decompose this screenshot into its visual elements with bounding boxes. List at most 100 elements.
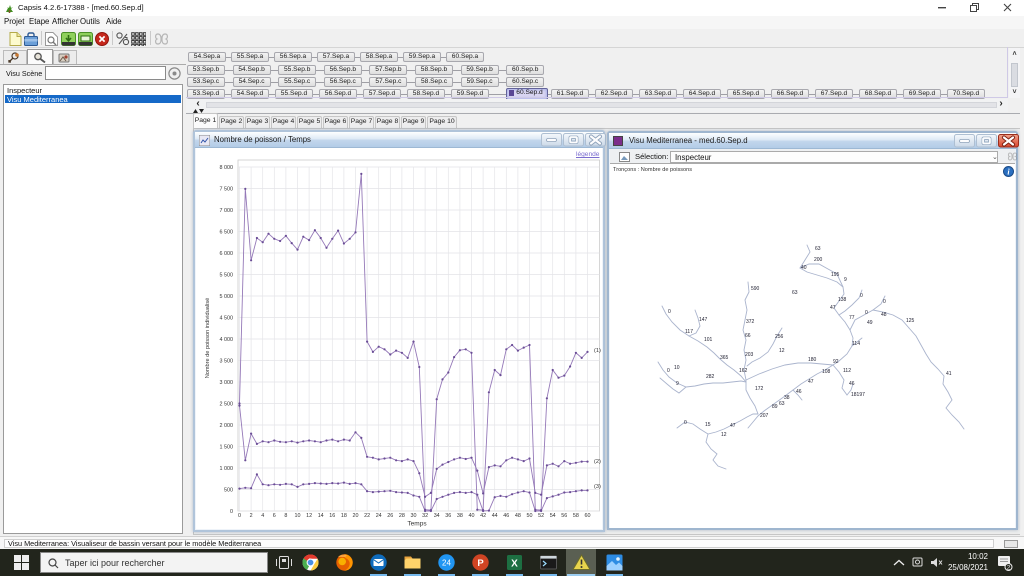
svg-text:9: 9 (676, 381, 679, 387)
svg-text:48: 48 (515, 513, 521, 519)
svg-text:9: 9 (844, 277, 847, 283)
svg-text:0: 0 (668, 309, 671, 315)
svg-text:4: 4 (261, 513, 264, 519)
svg-text:282: 282 (706, 374, 715, 380)
svg-text:38: 38 (784, 395, 790, 401)
svg-text:0: 0 (860, 293, 863, 299)
svg-text:58: 58 (573, 513, 579, 519)
svg-text:63: 63 (779, 401, 785, 407)
svg-text:207: 207 (760, 413, 769, 419)
svg-text:4 000: 4 000 (220, 337, 234, 343)
svg-text:15: 15 (705, 422, 711, 428)
svg-text:203: 203 (745, 352, 754, 358)
svg-text:0: 0 (883, 299, 886, 305)
svg-text:117: 117 (685, 329, 693, 335)
svg-text:26: 26 (387, 513, 393, 519)
svg-text:372: 372 (746, 319, 755, 325)
svg-text:18: 18 (341, 513, 347, 519)
svg-text:180: 180 (808, 357, 817, 363)
svg-text:60: 60 (585, 513, 591, 519)
svg-text:36: 36 (445, 513, 451, 519)
svg-text:47: 47 (830, 305, 836, 311)
svg-text:52: 52 (538, 513, 544, 519)
svg-text:8 000: 8 000 (220, 165, 234, 171)
svg-text:0: 0 (238, 513, 241, 519)
svg-text:125: 125 (906, 318, 915, 324)
svg-text:(2): (2) (594, 459, 601, 465)
svg-text:47: 47 (730, 423, 736, 429)
svg-text:112: 112 (843, 368, 851, 374)
svg-text:14: 14 (318, 513, 324, 519)
svg-text:2: 2 (250, 513, 253, 519)
svg-text:56: 56 (561, 513, 567, 519)
svg-text:77: 77 (849, 315, 855, 321)
svg-text:8: 8 (284, 513, 287, 519)
svg-text:6: 6 (273, 513, 276, 519)
svg-text:41: 41 (946, 371, 952, 377)
svg-text:P: P (477, 558, 484, 569)
svg-text:24: 24 (442, 559, 451, 568)
svg-text:12: 12 (721, 432, 727, 438)
svg-text:108: 108 (822, 369, 831, 375)
svg-text:0: 0 (230, 509, 233, 515)
svg-text:20: 20 (353, 513, 359, 519)
svg-text:16: 16 (329, 513, 335, 519)
svg-text:0: 0 (684, 420, 687, 426)
svg-text:50: 50 (527, 513, 533, 519)
svg-text:42: 42 (480, 513, 486, 519)
svg-text:1 000: 1 000 (220, 466, 234, 472)
svg-text:3 000: 3 000 (220, 380, 234, 386)
svg-text:3 500: 3 500 (220, 359, 234, 365)
svg-text:365: 365 (720, 355, 729, 361)
svg-text:0: 0 (865, 310, 868, 316)
svg-text:(3): (3) (594, 484, 601, 490)
svg-text:54: 54 (550, 513, 556, 519)
svg-text:89: 89 (772, 404, 778, 410)
svg-text:1 500: 1 500 (220, 445, 234, 451)
svg-text:101: 101 (704, 337, 713, 343)
svg-text:172: 172 (755, 386, 764, 392)
svg-text:10: 10 (295, 513, 301, 519)
svg-text:5 000: 5 000 (220, 294, 234, 300)
svg-text:4 500: 4 500 (220, 316, 234, 322)
svg-text:7 500: 7 500 (220, 187, 234, 193)
svg-text:147: 147 (699, 317, 708, 323)
svg-text:200: 200 (814, 257, 823, 263)
svg-text:18197: 18197 (851, 392, 865, 398)
svg-text:46: 46 (503, 513, 509, 519)
svg-text:63: 63 (815, 246, 821, 252)
svg-text:49: 49 (867, 320, 873, 326)
svg-text:256: 256 (775, 334, 784, 340)
svg-text:5 500: 5 500 (220, 273, 234, 279)
svg-text:22: 22 (364, 513, 370, 519)
svg-text:24: 24 (376, 513, 382, 519)
svg-text:46: 46 (796, 389, 802, 395)
svg-text:47: 47 (808, 379, 814, 385)
svg-text:Temps: Temps (407, 521, 427, 528)
svg-text:2: 2 (1007, 565, 1011, 572)
svg-text:(1): (1) (594, 348, 601, 354)
svg-text:6 000: 6 000 (220, 251, 234, 257)
svg-text:590: 590 (751, 286, 760, 292)
svg-text:40: 40 (801, 265, 807, 271)
svg-text:28: 28 (399, 513, 405, 519)
svg-text:63: 63 (792, 290, 798, 296)
svg-text:46: 46 (849, 381, 855, 387)
svg-text:12: 12 (779, 348, 785, 354)
svg-text:44: 44 (492, 513, 498, 519)
svg-text:114: 114 (852, 341, 860, 347)
svg-text:0: 0 (667, 368, 670, 374)
svg-text:34: 34 (434, 513, 440, 519)
svg-text:66: 66 (745, 333, 751, 339)
svg-text:2 000: 2 000 (220, 423, 234, 429)
svg-text:10: 10 (674, 365, 680, 371)
svg-text:Nombre de poisson individualis: Nombre de poisson individualisé (205, 298, 211, 379)
svg-text:500: 500 (224, 488, 233, 494)
svg-text:92: 92 (833, 359, 839, 365)
svg-text:7 000: 7 000 (220, 208, 234, 214)
svg-text:48: 48 (881, 312, 887, 318)
svg-text:38: 38 (457, 513, 463, 519)
svg-text:32: 32 (422, 513, 428, 519)
svg-text:138: 138 (838, 297, 847, 303)
svg-text:12: 12 (306, 513, 312, 519)
